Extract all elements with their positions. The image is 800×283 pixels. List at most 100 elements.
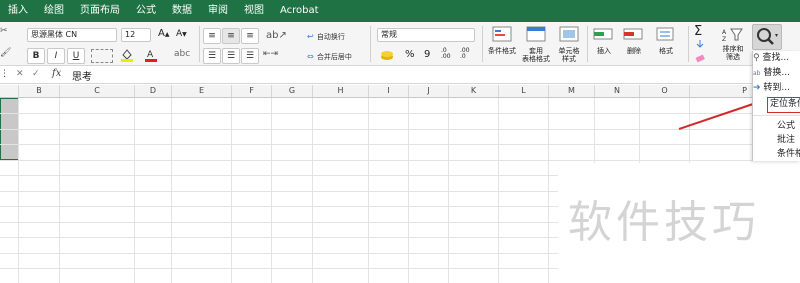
sort-label-1: 排序和 [722, 45, 744, 53]
font-name-select[interactable]: 思源黑体 CN [27, 28, 117, 42]
enter-button[interactable]: ✓ [32, 69, 40, 79]
conditional-format-icon [492, 26, 512, 42]
insert-label: 插入 [597, 47, 611, 55]
tab-acrobat[interactable]: Acrobat [272, 0, 327, 22]
column-header-e[interactable]: E [172, 85, 232, 98]
orientation-icon[interactable]: ab↗ [266, 30, 287, 41]
align-left-icon[interactable]: ☰ [203, 48, 221, 64]
column-header-i[interactable]: I [369, 85, 409, 98]
name-box-dropdown-icon[interactable]: ⋮ [0, 69, 9, 79]
merge-icon: ⇔ [307, 52, 314, 61]
column-header-d[interactable]: D [135, 85, 172, 98]
wrap-text-button[interactable]: ↩ 自动换行 [307, 31, 345, 42]
format-as-table-button[interactable]: 套用 表格格式 [522, 26, 550, 63]
percent-button[interactable]: % [405, 49, 415, 60]
cut-icon[interactable]: ✂ [0, 26, 8, 36]
cell-styles-button[interactable]: 单元格 样式 [555, 26, 583, 63]
insert-cells-button[interactable]: 插入 [592, 26, 616, 55]
font-size-select[interactable]: 12 [121, 28, 151, 42]
menu-goto-special-label: 定位条件 [770, 99, 800, 109]
ribbon-tab-bar: 插入 绘图 页面布局 公式 数据 审阅 视图 Acrobat [0, 0, 800, 22]
align-center-icon[interactable]: ☰ [222, 48, 240, 64]
table-icon [526, 26, 546, 42]
phonetic-icon[interactable]: abc [174, 49, 190, 59]
bold-button[interactable]: B [27, 48, 45, 64]
comma-button[interactable]: 9 [424, 49, 430, 60]
menu-item-goto-special[interactable]: 定位条件 [767, 97, 800, 113]
cell-styles-icon [559, 26, 579, 42]
svg-text:▾: ▾ [775, 32, 778, 39]
autosum-button[interactable]: Σ [694, 24, 702, 39]
table-label-1: 套用 [529, 47, 543, 55]
column-header-h[interactable]: H [313, 85, 369, 98]
format-cells-button[interactable]: 格式 [654, 26, 678, 55]
align-bottom-icon[interactable]: ≡ [241, 28, 259, 44]
increase-decimal-button[interactable]: .0 .00 [441, 48, 451, 60]
shrink-font-button[interactable]: A▼ [176, 29, 187, 39]
clear-icon[interactable] [694, 53, 706, 63]
column-header-l[interactable]: L [499, 85, 549, 98]
cell-styles-label-2: 样式 [562, 55, 576, 63]
menu-goto-label: 转到... [763, 83, 791, 93]
menu-item-conditional-format[interactable]: 条件格式 [753, 147, 800, 162]
align-right-icon[interactable]: ☰ [241, 48, 259, 64]
column-header-m[interactable]: M [549, 85, 595, 98]
indent-icon[interactable]: ⇤⇥ [263, 49, 278, 59]
tab-formulas[interactable]: 公式 [128, 0, 164, 22]
tab-review[interactable]: 审阅 [200, 0, 236, 22]
ribbon: ✂ 🖌 思源黑体 CN 12 A▲ A▼ B I U A abc ≡ ≡ ≡ a… [0, 22, 800, 66]
tab-view[interactable]: 视图 [236, 0, 272, 22]
column-header-f[interactable]: F [232, 85, 272, 98]
fill-down-icon[interactable] [694, 39, 706, 49]
formula-input[interactable]: 思考 [72, 68, 92, 83]
search-icon: ⚲ [753, 53, 760, 63]
menu-item-replace[interactable]: ab 替换... [753, 66, 800, 81]
menu-item-find[interactable]: ⚲ 查找... [753, 51, 800, 66]
conditional-format-button[interactable]: 条件格式 [488, 26, 516, 55]
fill-color-icon[interactable] [120, 48, 134, 62]
menu-item-comments[interactable]: 批注 [753, 133, 800, 148]
decrease-decimal-button[interactable]: .00 .0 [460, 48, 470, 60]
align-top-icon[interactable]: ≡ [203, 28, 221, 44]
font-color-icon[interactable]: A [144, 48, 158, 62]
svg-text:Z: Z [722, 36, 726, 42]
tab-draw[interactable]: 绘图 [36, 0, 72, 22]
sort-filter-button[interactable]: A Z 排序和 筛选 [722, 26, 744, 61]
column-header-c[interactable]: C [60, 85, 135, 98]
tab-page-layout[interactable]: 页面布局 [72, 0, 128, 22]
italic-button[interactable]: I [47, 48, 65, 64]
formula-bar: ⋮ ✕ ✓ fx 思考 [0, 67, 800, 84]
format-label: 格式 [659, 47, 673, 55]
cancel-button[interactable]: ✕ [16, 69, 24, 79]
column-header-b[interactable]: B [19, 85, 60, 98]
column-header-k[interactable]: K [449, 85, 499, 98]
select-all-corner[interactable] [0, 85, 19, 98]
delete-cells-button[interactable]: 删除 [622, 26, 646, 55]
number-format-select[interactable]: 常规 [377, 28, 475, 42]
menu-divider [753, 115, 800, 116]
grow-font-button[interactable]: A▲ [158, 28, 169, 39]
find-select-button[interactable]: ▾ [752, 24, 782, 50]
borders-icon[interactable] [91, 49, 113, 63]
tab-insert[interactable]: 插入 [0, 0, 36, 22]
svg-text:A: A [722, 29, 727, 36]
arrow-right-icon: ➔ [753, 83, 761, 93]
insert-function-button[interactable]: fx [52, 68, 61, 79]
merge-center-label: 合并后居中 [316, 53, 352, 61]
column-header-n[interactable]: N [595, 85, 640, 98]
grow-font-label: A [158, 28, 165, 39]
merge-center-button[interactable]: ⇔ 合并后居中 [307, 51, 352, 62]
format-icon [656, 27, 674, 41]
format-painter-icon[interactable]: 🖌 [0, 48, 11, 58]
tab-data[interactable]: 数据 [164, 0, 200, 22]
number-format-value: 常规 [381, 30, 397, 39]
menu-item-goto[interactable]: ➔ 转到... [753, 81, 800, 96]
accounting-icon[interactable] [379, 48, 399, 62]
menu-item-formulas[interactable]: 公式 [753, 119, 800, 134]
sort-label-2: 筛选 [726, 53, 740, 61]
underline-button[interactable]: U [67, 48, 85, 64]
watermark-text: 软件技巧 [568, 197, 760, 248]
column-header-g[interactable]: G [272, 85, 313, 98]
align-middle-icon[interactable]: ≡ [222, 28, 240, 44]
column-header-j[interactable]: J [409, 85, 449, 98]
